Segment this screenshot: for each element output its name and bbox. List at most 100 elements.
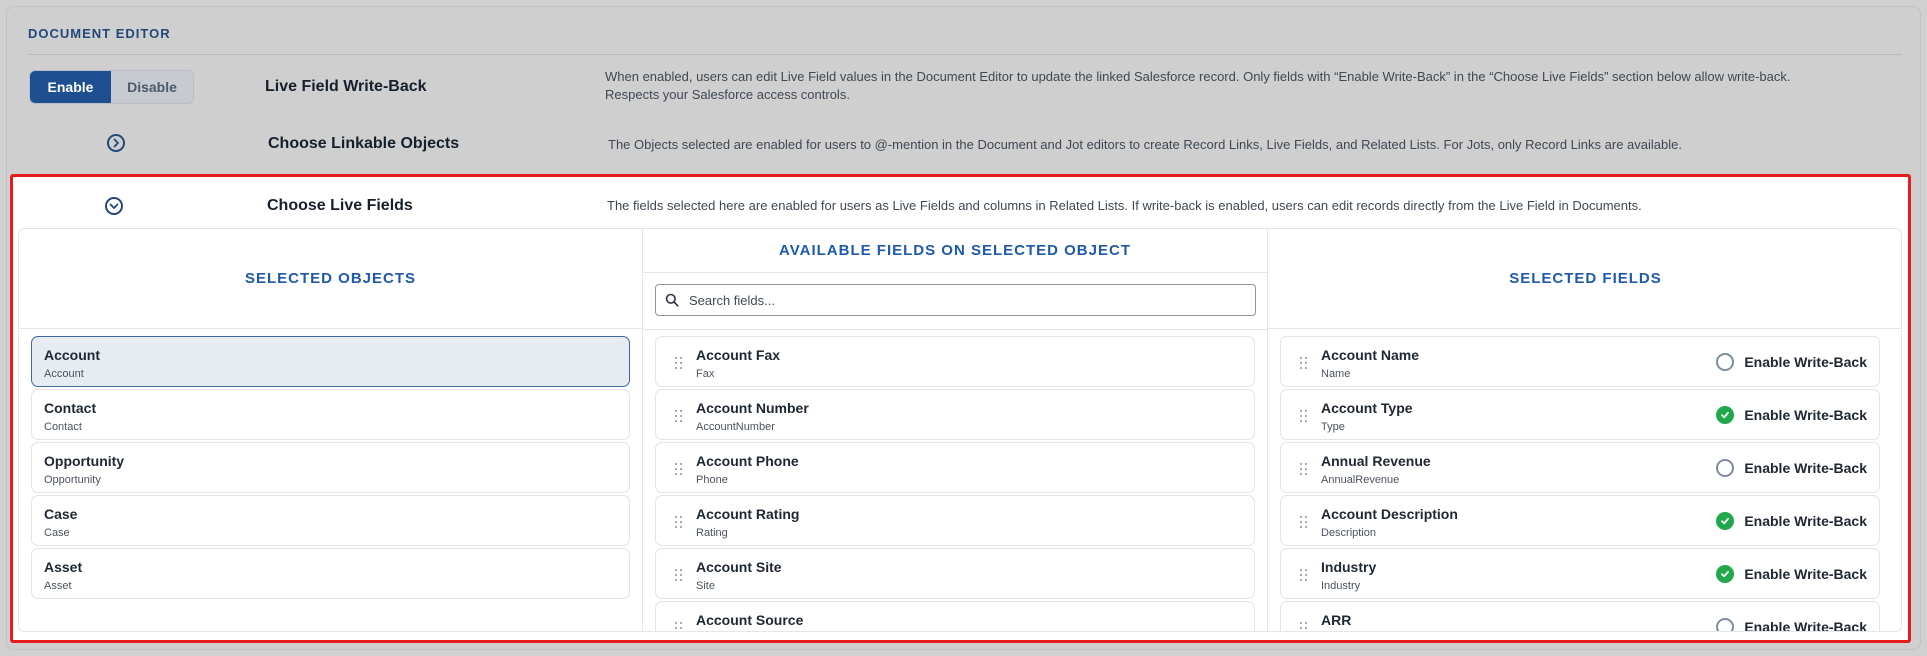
expand-chevron-right-icon[interactable] [107,134,125,152]
available-field-item-title: Account Phone [696,453,799,469]
section-divider [28,54,1902,55]
write-back-description-line1: When enabled, users can edit Live Field … [605,69,1791,84]
collapse-chevron-down-icon[interactable] [105,197,123,215]
enable-write-back-toggle[interactable]: Enable Write-Back [1716,406,1867,424]
drag-handle-icon[interactable] [1300,622,1308,631]
drag-handle-icon[interactable] [675,463,683,475]
available-field-item-title: Account Fax [696,347,781,363]
empty-circle-icon[interactable] [1716,459,1735,477]
available-field-item-title: Account Rating [696,506,800,522]
selected-field-item-api-name: Industry [1321,580,1361,592]
drag-handle-icon[interactable] [675,622,683,631]
available-field-item-api-name: AccountNumber [696,421,775,433]
object-list-item[interactable]: Opportunity Opportunity [31,442,630,493]
selected-field-item[interactable]: Annual Revenue AnnualRevenue Enable Write-… [1280,442,1880,493]
drag-handle-icon[interactable] [1300,357,1308,369]
search-field[interactable] [655,284,1256,316]
enable-write-back-label: Enable Write-Back [1744,407,1867,423]
selected-field-item-title: ARR [1321,612,1352,628]
live-fields-description: The fields selected here are enabled for… [607,198,1642,213]
selected-field-item-title: Annual Revenue [1321,453,1431,469]
drag-handle-icon[interactable] [675,357,683,369]
drag-handle-icon[interactable] [1300,569,1308,581]
enable-write-back-toggle[interactable]: Enable Write-Back [1716,512,1867,530]
enable-button[interactable]: Enable [30,71,111,103]
enable-write-back-label: Enable Write-Back [1744,513,1867,529]
enable-write-back-toggle[interactable]: Enable Write-Back [1716,353,1867,371]
disable-button[interactable]: Disable [111,71,193,103]
object-list-item-title: Asset [44,559,83,575]
available-field-item-title: Account Site [696,559,782,575]
empty-circle-icon[interactable] [1716,353,1735,371]
drag-handle-icon[interactable] [675,569,683,581]
selected-field-item-api-name: Description [1321,527,1377,539]
selected-field-item-api-name: Name [1321,368,1351,380]
available-fields-column: AVAILABLE FIELDS ON SELECTED OBJECT Acco… [643,229,1268,631]
drag-handle-icon[interactable] [1300,410,1308,422]
object-list-item[interactable]: Case Case [31,495,630,546]
object-list-item-title: Opportunity [44,453,125,469]
available-field-item[interactable]: Account Number AccountNumber [655,389,1255,440]
empty-circle-icon[interactable] [1716,618,1735,631]
enable-write-back-toggle[interactable]: Enable Write-Back [1716,565,1867,583]
linkable-objects-label: Choose Linkable Objects [268,135,460,152]
available-field-item[interactable]: Account Site Site [655,548,1255,599]
drag-handle-icon[interactable] [1300,516,1308,528]
object-list-item-api-name: Asset [44,580,72,592]
enable-write-back-toggle[interactable]: Enable Write-Back [1716,618,1867,632]
column-divider [643,329,1267,330]
check-circle-icon[interactable] [1716,406,1735,424]
section-title: DOCUMENT EDITOR [28,26,171,41]
enable-write-back-toggle[interactable]: Enable Write-Back [1716,459,1867,477]
available-field-item[interactable]: Account Rating Rating [655,495,1255,546]
check-circle-icon[interactable] [1716,512,1735,530]
selected-field-item-title: Account Type [1321,400,1413,416]
enable-write-back-label: Enable Write-Back [1744,354,1867,370]
write-back-description-line2: Respects your Salesforce access controls… [605,87,850,102]
selected-field-item[interactable]: ARR Enable Write-Back [1280,601,1880,632]
selected-field-item[interactable]: Account Description Description Enable Wri… [1280,495,1880,546]
selected-objects-column: SELECTED OBJECTS Account Account Contact Co… [19,229,643,631]
available-field-item[interactable]: Account Source [655,601,1255,631]
selected-field-item[interactable]: Account Type Type Enable Write-Back [1280,389,1880,440]
object-list-item[interactable]: Contact Contact [31,389,630,440]
available-field-item-api-name: Fax [696,368,715,380]
drag-handle-icon[interactable] [675,410,683,422]
drag-handle-icon[interactable] [1300,463,1308,475]
available-field-item[interactable]: Account Phone Phone [655,442,1255,493]
object-list-item[interactable]: Asset Asset [31,548,630,599]
object-list-item-api-name: Account [44,368,84,380]
enable-write-back-label: Enable Write-Back [1744,619,1867,632]
selected-field-item[interactable]: Account Name Name Enable Write-Back [1280,336,1880,387]
available-field-item-api-name: Site [696,580,715,592]
available-field-item-title: Account Number [696,400,809,416]
object-list-item-api-name: Opportunity [44,474,101,486]
selected-field-item[interactable]: Industry Industry Enable Write-Back [1280,548,1880,599]
available-field-item-title: Account Source [696,612,804,628]
selected-field-item-title: Account Name [1321,347,1420,363]
selected-field-item-title: Industry [1321,559,1377,575]
write-back-label: Live Field Write-Back [265,78,427,95]
fields-grid: SELECTED OBJECTS Account Account Contact Co… [18,228,1902,632]
available-field-item[interactable]: Account Fax Fax [655,336,1255,387]
linkable-objects-description: The Objects selected are enabled for use… [608,137,1682,152]
object-list-item[interactable]: Account Account [31,336,630,387]
selected-field-item-api-name: Type [1321,421,1345,433]
selected-field-item-title: Account Description [1321,506,1458,522]
available-field-item-api-name: Rating [696,527,728,539]
check-circle-icon[interactable] [1716,565,1735,583]
write-back-toggle: Enable Disable [29,70,194,104]
selected-fields-header: SELECTED FIELDS [1268,229,1901,329]
object-list-item-title: Case [44,506,78,522]
write-back-description: When enabled, users can edit Live Field … [605,68,1895,104]
search-input[interactable] [689,292,1229,308]
selected-fields-column: SELECTED FIELDS Account Name Name Enable W… [1268,229,1901,632]
available-field-item-api-name: Phone [696,474,728,486]
object-list-item-title: Contact [44,400,97,416]
search-icon [665,293,679,307]
object-list-item-api-name: Case [44,527,70,539]
available-fields-header: AVAILABLE FIELDS ON SELECTED OBJECT [643,229,1267,273]
drag-handle-icon[interactable] [675,516,683,528]
enable-write-back-label: Enable Write-Back [1744,566,1867,582]
object-list-item-api-name: Contact [44,421,82,433]
